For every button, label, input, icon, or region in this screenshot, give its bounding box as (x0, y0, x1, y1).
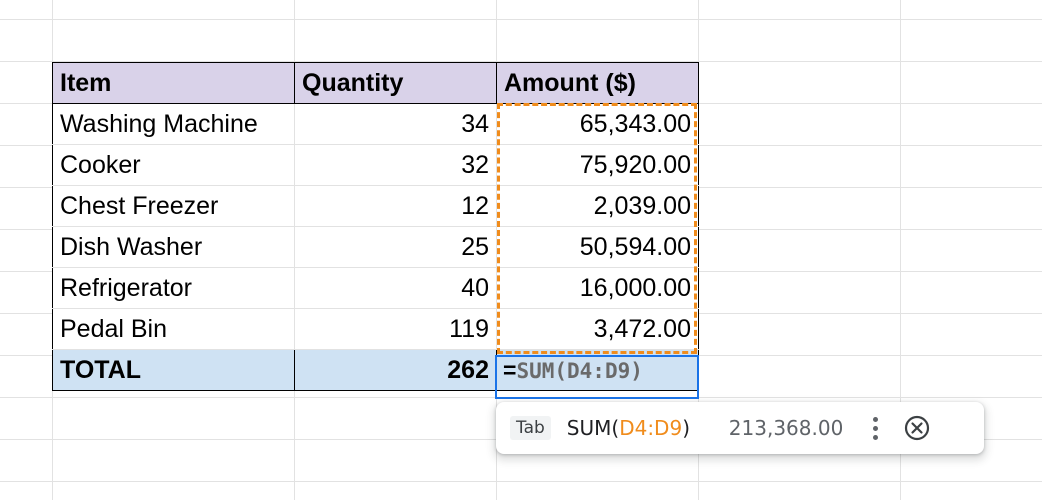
cell-item[interactable]: Washing Machine (52, 103, 295, 145)
cell-amount[interactable]: 2,039.00 (496, 185, 699, 227)
table-row: Chest Freezer 12 2,039.00 (52, 185, 699, 227)
cell-amount[interactable]: 16,000.00 (496, 267, 699, 309)
formula-editing-cell[interactable]: =SUM(D4:D9) (496, 349, 699, 391)
table-row: Refrigerator 40 16,000.00 (52, 267, 699, 309)
cell-amount[interactable]: 3,472.00 (496, 308, 699, 350)
header-row: Item Quantity Amount ($) (52, 62, 699, 104)
dot (873, 425, 879, 431)
suggested-value-preview: 213,368.00 (728, 416, 844, 440)
cell-quantity[interactable]: 119 (294, 308, 497, 350)
cell-amount[interactable]: 50,594.00 (496, 226, 699, 268)
cell-item[interactable]: Dish Washer (52, 226, 295, 268)
total-quantity-cell[interactable]: 262 (294, 349, 497, 391)
dot (873, 416, 879, 422)
header-cell-quantity[interactable]: Quantity (294, 62, 497, 104)
table-row: Washing Machine 34 65,343.00 (52, 103, 699, 145)
dot (873, 434, 879, 440)
close-circle-svg (904, 415, 929, 441)
suggested-close-paren: ) (682, 416, 690, 440)
formula-suggestion-popup[interactable]: Tab SUM(D4:D9) 213,368.00 (496, 402, 984, 454)
more-vert-icon[interactable] (861, 410, 891, 446)
close-circle-icon[interactable] (903, 414, 931, 442)
cell-quantity[interactable]: 32 (294, 144, 497, 186)
cell-item[interactable]: Refrigerator (52, 267, 295, 309)
gridline (0, 19, 1042, 20)
table-row: Cooker 32 75,920.00 (52, 144, 699, 186)
gridline (0, 481, 1042, 482)
cell-item[interactable]: Cooker (52, 144, 295, 186)
cell-item[interactable]: Chest Freezer (52, 185, 295, 227)
spreadsheet-grid[interactable]: Item Quantity Amount ($) Washing Machine… (0, 0, 1042, 500)
tab-key-hint: Tab (510, 416, 551, 440)
typed-text: = (503, 356, 517, 383)
suggested-function: SUM( (566, 416, 620, 440)
ghost-formula-text: SUM(D4:D9) (516, 358, 643, 383)
cell-quantity[interactable]: 40 (294, 267, 497, 309)
cell-item[interactable]: Pedal Bin (52, 308, 295, 350)
header-cell-item[interactable]: Item (52, 62, 295, 104)
header-cell-amount[interactable]: Amount ($) (496, 62, 699, 104)
total-row: TOTAL 262 =SUM(D4:D9) (52, 349, 699, 391)
total-label-cell[interactable]: TOTAL (52, 349, 295, 391)
cell-quantity[interactable]: 12 (294, 185, 497, 227)
table-row: Dish Washer 25 50,594.00 (52, 226, 699, 268)
table-row: Pedal Bin 119 3,472.00 (52, 308, 699, 350)
cell-quantity[interactable]: 34 (294, 103, 497, 145)
cell-amount[interactable]: 65,343.00 (496, 103, 699, 145)
cell-amount[interactable]: 75,920.00 (496, 144, 699, 186)
suggested-formula[interactable]: SUM(D4:D9) (567, 416, 729, 440)
data-table: Item Quantity Amount ($) Washing Machine… (52, 62, 699, 391)
gridline (0, 397, 1042, 398)
cell-quantity[interactable]: 25 (294, 226, 497, 268)
suggested-range: D4:D9 (619, 416, 683, 440)
